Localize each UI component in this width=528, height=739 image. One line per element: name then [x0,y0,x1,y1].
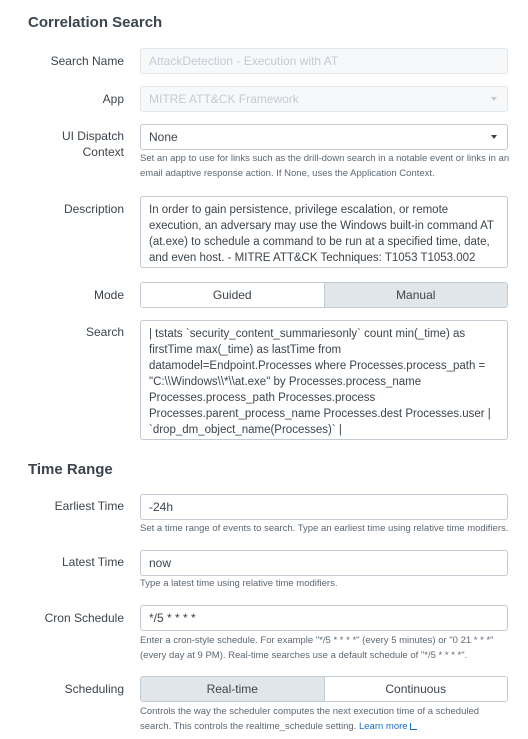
app-label: App [102,92,124,106]
ui-dispatch-select[interactable]: None [140,124,508,150]
scheduling-help-text: Controls the way the scheduler computes … [140,706,480,732]
ui-dispatch-label: UI Dispatch Context [62,128,124,160]
earliest-time-input[interactable]: -24h [140,494,508,520]
latest-time-label: Latest Time [61,555,124,569]
search-label: Search [85,325,124,339]
ui-dispatch-label-line2: Context [82,145,124,159]
latest-time-help: Type a latest time using relative time m… [140,578,338,589]
scheduling-help: Controls the way the scheduler computes … [140,704,512,734]
mode-toggle: Guided Manual [140,282,508,308]
correlation-search-form: Correlation Search Search Name AttackDet… [0,0,528,739]
cron-schedule-input[interactable]: */5 * * * * [140,605,508,631]
mode-option-guided[interactable]: Guided [141,283,324,307]
app-select[interactable]: MITRE ATT&CK Framework [140,86,508,112]
search-textarea[interactable]: | tstats `security_content_summariesonly… [140,320,508,440]
cron-schedule-label: Cron Schedule [44,611,124,625]
scheduling-option-real-time[interactable]: Real-time [141,677,324,701]
search-name-label: Search Name [50,54,124,68]
cron-schedule-help: Enter a cron-style schedule. For example… [140,635,494,661]
caret-down-icon [491,97,497,101]
ui-dispatch-select-value: None [149,130,178,144]
search-name-input[interactable]: AttackDetection - Execution with AT [140,48,508,74]
section-title-time-range: Time Range [28,461,113,478]
ui-dispatch-label-line1: UI Dispatch [61,129,124,143]
learn-more-link[interactable]: Learn more [359,721,417,732]
scheduling-toggle: Real-time Continuous [140,676,508,702]
mode-label: Mode [93,288,124,302]
external-link-icon [409,723,417,730]
app-select-value: MITRE ATT&CK Framework [149,92,299,106]
description-label: Description [63,202,124,216]
earliest-time-help: Set a time range of events to search. Ty… [140,523,509,534]
ui-dispatch-help: Set an app to use for links such as the … [140,153,510,179]
earliest-time-label: Earliest Time [54,499,124,513]
section-title-correlation-search: Correlation Search [28,14,163,31]
scheduling-option-continuous[interactable]: Continuous [323,677,507,701]
latest-time-input[interactable]: now [140,550,508,576]
learn-more-text: Learn more [358,721,408,732]
mode-option-manual[interactable]: Manual [323,283,507,307]
caret-down-icon [491,135,497,139]
description-textarea[interactable]: In order to gain persistence, privilege … [140,196,508,268]
scheduling-label: Scheduling [64,682,124,696]
